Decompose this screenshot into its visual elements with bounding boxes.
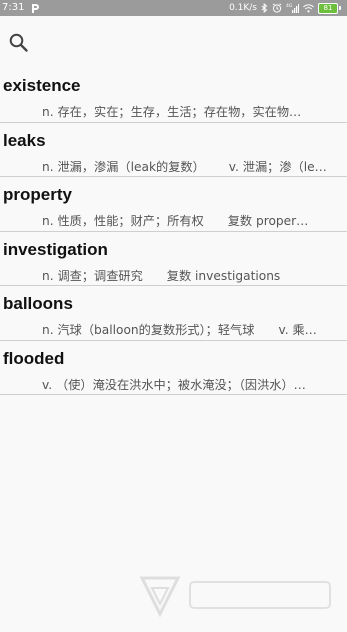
definition-extra: v. 乘… [278, 323, 317, 337]
status-time: 7:31 [2, 2, 25, 13]
definition-text: n. 性质，性能；财产；所有权 [42, 214, 204, 228]
word-title: property [3, 185, 72, 204]
app-screen: 7:31 0.1K/s 4G 81 existence n. 存在，实在；生存，… [0, 0, 347, 632]
wifi-icon [303, 3, 314, 13]
status-bar: 7:31 0.1K/s 4G 81 [0, 0, 347, 16]
definition-text: n. 泄漏，渗漏（leak的复数） [42, 159, 205, 174]
definition-extra: 复数 investigations [166, 268, 281, 283]
word-title: investigation [3, 239, 108, 259]
status-left: 7:31 [2, 0, 40, 16]
signal-icon: 4G [286, 3, 299, 13]
definition-text: n. 存在，实在；生存，生活；存在物，实在物… [42, 105, 302, 119]
search-bar [0, 26, 347, 60]
definition-text: n. 调查；调查研究 [42, 268, 143, 283]
word-title: balloons [3, 294, 73, 313]
definition-extra: 复数 proper… [227, 214, 309, 228]
list-item[interactable]: investigation n. 调查；调查研究 复数 investigation… [0, 232, 347, 286]
list-item[interactable]: existence n. 存在，实在；生存，生活；存在物，实在物… [0, 68, 347, 123]
word-definition: n. 存在，实在；生存，生活；存在物，实在物… [42, 102, 334, 120]
word-list: existence n. 存在，实在；生存，生活；存在物，实在物… leaks … [0, 68, 347, 395]
definition-extra: v. 泄漏；渗（lea… [228, 159, 334, 174]
list-item[interactable]: leaks n. 泄漏，渗漏（leak的复数） v. 泄漏；渗（lea… [0, 123, 347, 177]
list-item[interactable]: property n. 性质，性能；财产；所有权 复数 proper… [0, 177, 347, 232]
battery-level: 81 [318, 2, 338, 14]
search-icon[interactable] [8, 32, 30, 54]
word-definition: n. 调查；调查研究 复数 investigations [42, 266, 334, 284]
battery-icon: 81 [318, 2, 341, 14]
status-right: 0.1K/s 4G 81 [229, 0, 341, 16]
p-logo-icon [30, 3, 40, 13]
definition-text: v. （使）淹没在洪水中；被水淹没；（因洪水）… [42, 377, 306, 392]
network-speed: 0.1K/s [229, 3, 257, 13]
signal-label: 4G [286, 3, 293, 9]
alarm-icon [272, 3, 282, 13]
definition-text: n. 汽球（balloon的复数形式）；轻气球 [42, 323, 255, 337]
watermark-logo [138, 570, 338, 620]
word-definition: n. 汽球（balloon的复数形式）；轻气球 v. 乘… [42, 320, 334, 338]
word-title: existence [3, 76, 81, 95]
word-title: flooded [3, 348, 65, 368]
word-definition: v. （使）淹没在洪水中；被水淹没；（因洪水）… [42, 375, 334, 393]
word-title: leaks [3, 130, 46, 150]
list-item[interactable]: balloons n. 汽球（balloon的复数形式）；轻气球 v. 乘… [0, 286, 347, 341]
word-definition: n. 泄漏，渗漏（leak的复数） v. 泄漏；渗（lea… [42, 157, 334, 175]
battery-tip [339, 6, 341, 10]
bluetooth-icon [261, 3, 268, 13]
word-definition: n. 性质，性能；财产；所有权 复数 proper… [42, 211, 334, 229]
list-item[interactable]: flooded v. （使）淹没在洪水中；被水淹没；（因洪水）… [0, 341, 347, 395]
